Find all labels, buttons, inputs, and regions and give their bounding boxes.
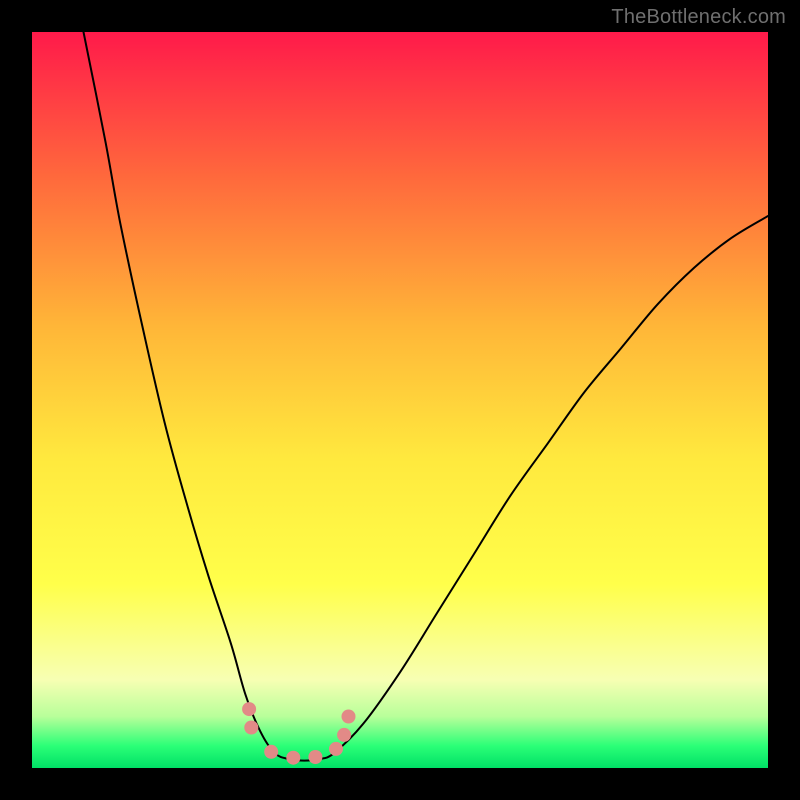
valley-dot bbox=[286, 751, 300, 765]
gradient-background bbox=[32, 32, 768, 768]
chart-svg bbox=[32, 32, 768, 768]
valley-dot bbox=[342, 710, 356, 724]
valley-dot bbox=[264, 745, 278, 759]
valley-dot bbox=[308, 750, 322, 764]
valley-dot bbox=[329, 742, 343, 756]
valley-dot bbox=[242, 702, 256, 716]
watermark-text: TheBottleneck.com bbox=[611, 6, 786, 29]
chart-plot-area bbox=[32, 32, 768, 768]
outer-frame: TheBottleneck.com bbox=[0, 0, 800, 800]
valley-dot bbox=[337, 728, 351, 742]
valley-dot bbox=[244, 721, 258, 735]
